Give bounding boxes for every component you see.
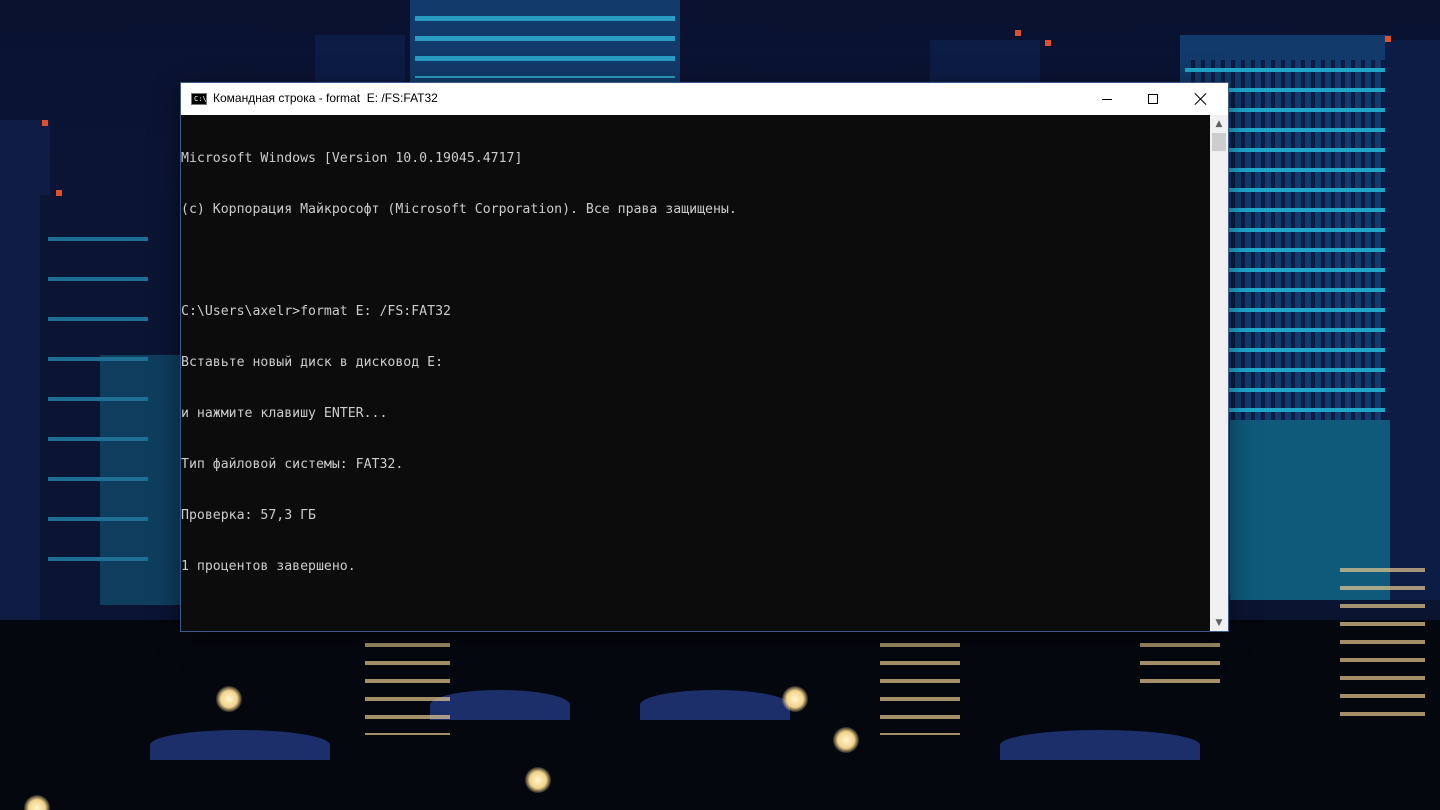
console-line: (c) Корпорация Майкрософт (Microsoft Cor…	[181, 202, 737, 217]
antenna-light	[1385, 36, 1391, 42]
antenna-light	[1045, 40, 1051, 46]
minimize-icon	[1102, 98, 1112, 100]
maximize-icon	[1148, 94, 1158, 104]
building	[930, 40, 1040, 85]
console-line: Вставьте новый диск в дисковод E:	[181, 355, 444, 370]
antenna-light	[42, 120, 48, 126]
street-lamp	[525, 767, 551, 793]
console-line: Microsoft Windows [Version 10.0.19045.47…	[181, 151, 523, 166]
street-lamp	[216, 686, 242, 712]
building	[315, 35, 405, 85]
window-title: Командная строка - format E: /FS:FAT32	[213, 91, 438, 105]
title-bar[interactable]: C:\ Командная строка - format E: /FS:FAT…	[181, 83, 1228, 115]
building-windows	[415, 8, 675, 78]
console-line: Проверка: 57,3 ГБ	[181, 508, 316, 523]
hill	[150, 730, 330, 760]
antenna-light	[56, 190, 62, 196]
cmd-icon-text: C:\	[194, 95, 207, 103]
console-line: 1 процентов завершено.	[181, 559, 356, 574]
close-icon	[1195, 93, 1207, 105]
cmd-icon[interactable]: C:\	[191, 93, 207, 105]
hill	[1000, 730, 1200, 760]
building-windows	[365, 635, 450, 735]
scroll-up-button[interactable]: ▲	[1210, 115, 1228, 132]
hill	[640, 690, 790, 720]
hill	[430, 690, 570, 720]
console-line: C:\Users\axelr>format E: /FS:FAT32	[181, 304, 451, 319]
console-line: Тип файловой системы: FAT32.	[181, 457, 404, 472]
vertical-scrollbar[interactable]: ▲ ▼	[1210, 115, 1228, 631]
building	[1385, 40, 1440, 600]
street-lamp	[782, 686, 808, 712]
scroll-down-button[interactable]: ▼	[1210, 614, 1228, 631]
scrollbar-thumb[interactable]	[1212, 133, 1226, 151]
building-windows	[1340, 560, 1425, 720]
building-windows	[1140, 635, 1220, 695]
maximize-button[interactable]	[1130, 83, 1176, 115]
antenna-light	[1015, 30, 1021, 36]
street-lamp	[833, 727, 859, 753]
building-windows	[48, 225, 148, 585]
command-prompt-window[interactable]: C:\ Командная строка - format E: /FS:FAT…	[181, 83, 1228, 631]
console-output[interactable]: Microsoft Windows [Version 10.0.19045.47…	[181, 116, 1209, 631]
building-windows	[880, 635, 960, 735]
close-button[interactable]	[1178, 83, 1224, 115]
minimize-button[interactable]	[1084, 83, 1130, 115]
console-line: и нажмите клавишу ENTER...	[181, 406, 388, 421]
